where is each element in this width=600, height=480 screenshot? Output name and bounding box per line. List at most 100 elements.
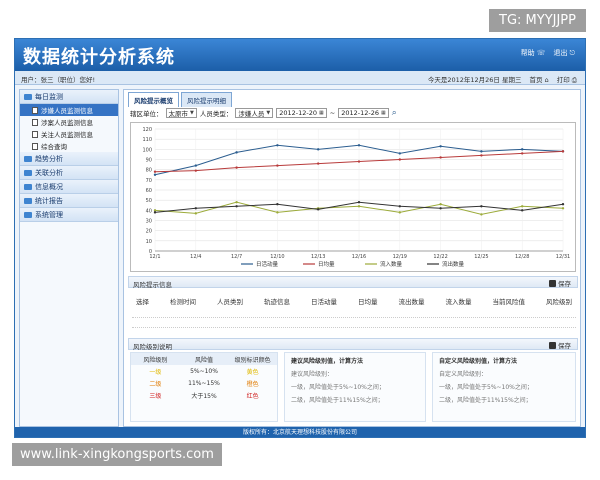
risk-info-save-button[interactable]: 保存: [549, 278, 571, 288]
y-tick-label: 10: [146, 239, 152, 245]
date-from-value: 2012-12-20: [279, 109, 317, 117]
data-point: [439, 145, 442, 148]
app-window: 数据统计分析系统 帮助 ☏ 退出 ⎋ 用户：张三（职位）您好! 今天是2012年12…: [14, 38, 586, 438]
level-info-title: 风险级别说明: [133, 343, 172, 351]
data-point: [398, 158, 401, 161]
data-point: [521, 148, 524, 151]
user-greeting: 用户：张三（职位）您好!: [21, 76, 96, 84]
level-cell: 二级: [149, 380, 162, 388]
sidebar-subitem-case[interactable]: 涉案人员监测信息: [20, 116, 118, 128]
sidebar-subitem-suspect[interactable]: 涉嫌人员监测信息: [20, 104, 118, 116]
risk-column-header: 流入数量: [445, 298, 472, 306]
save-label: 保存: [558, 280, 571, 288]
x-tick-label: 12/25: [474, 254, 488, 260]
risk-column-header: 人员类别: [217, 298, 243, 306]
data-point: [521, 205, 524, 208]
sidebar-subitem-watch[interactable]: 关注人员监测信息: [20, 128, 118, 140]
custom-title: 自定义风险级别值，计算方法: [439, 358, 518, 365]
x-tick-label: 12/4: [190, 254, 201, 260]
sidebar-item-report[interactable]: 统计报告: [20, 194, 118, 208]
x-tick-label: 12/31: [556, 254, 570, 260]
level-header: 风险级别: [143, 356, 168, 364]
home-link[interactable]: 首页 ⌂: [530, 74, 549, 85]
data-point: [480, 150, 483, 153]
sidebar-item-daily-monitor[interactable]: 每日监测: [20, 90, 118, 104]
trend-chart-svg: 010203040506070809010011012012/1 12/4 12/7…: [142, 127, 570, 268]
folder-icon: [24, 155, 32, 162]
help-button[interactable]: 帮助 ☏: [521, 48, 546, 58]
region-value: 太原市: [168, 110, 189, 118]
sidebar-item-admin[interactable]: 系统管理: [20, 208, 118, 222]
risk-column-header: 日均量: [358, 298, 378, 306]
folder-icon: [24, 211, 32, 218]
level-row: 三级 大于15% 红色: [131, 389, 277, 401]
custom-line: 二级，风险值处于11%15%之间；: [439, 397, 532, 404]
data-point: [398, 211, 401, 214]
sidebar-subitem-query[interactable]: 综合查询: [20, 140, 118, 152]
risk-column-header: 日活动量: [311, 298, 337, 306]
sidebar-subitem-label: 综合查询: [41, 143, 67, 151]
value-cell: 11%~15%: [188, 379, 220, 387]
data-point: [194, 164, 197, 167]
type-value: 涉嫌人员: [238, 110, 265, 118]
data-point: [439, 207, 442, 210]
date-to-input[interactable]: 2012-12-26 ▦: [338, 108, 389, 118]
x-tick-label: 12/13: [311, 254, 325, 260]
search-icon[interactable]: ⌕: [392, 108, 397, 118]
sidebar-item-relation[interactable]: 关联分析: [20, 166, 118, 180]
x-tick-label: 12/1: [149, 254, 160, 260]
document-icon: [32, 130, 38, 138]
y-tick-label: 70: [146, 178, 152, 184]
level-cell: 三级: [149, 392, 162, 400]
level-info-save-button[interactable]: 保存: [549, 340, 571, 350]
tab-overview[interactable]: 风险提示概览: [128, 92, 179, 107]
sidebar-item-overview[interactable]: 信息概况: [20, 180, 118, 194]
data-point: [235, 201, 238, 204]
risk-info-bar: 风险提示信息 保存: [128, 276, 578, 289]
data-point: [521, 152, 524, 155]
y-tick-label: 20: [146, 229, 152, 235]
main-panel: 风险提示概览 风险提示明细 辖区单位： 太原市 ▼ 人员类型： 涉嫌人员 ▼ 201…: [123, 89, 581, 427]
app-title: 数据统计分析系统: [23, 47, 175, 68]
suggest-line: 建议风险级别：: [291, 371, 334, 378]
app-header: 数据统计分析系统 帮助 ☏ 退出 ⎋: [15, 39, 585, 71]
risk-info-title: 风险提示信息: [133, 281, 172, 289]
data-point: [276, 203, 279, 206]
risk-column-header: 当前风险值: [492, 298, 526, 306]
document-icon: [32, 118, 38, 126]
legend-label: 流出数量: [442, 260, 465, 268]
print-link[interactable]: 打印 ⎙: [557, 74, 577, 85]
tab-detail[interactable]: 风险提示明细: [181, 92, 232, 107]
filter-bar: 辖区单位： 太原市 ▼ 人员类型： 涉嫌人员 ▼ 2012-12-20 ▦ ~ 201…: [130, 108, 397, 118]
sidebar-item-label: 系统管理: [35, 210, 63, 219]
sidebar-item-label: 每日监测: [35, 92, 63, 101]
logout-button[interactable]: 退出 ⎋: [553, 48, 575, 58]
y-tick-label: 50: [146, 198, 152, 204]
x-tick-label: 12/28: [515, 254, 529, 260]
y-tick-label: 110: [142, 137, 152, 143]
calendar-icon: ▦: [319, 110, 324, 116]
chevron-down-icon: ▼: [266, 110, 271, 116]
color-cell: 红色: [246, 392, 259, 400]
custom-box: 自定义风险级别值，计算方法 自定义风险级别： 一级，风险值处于5%~10%之间；…: [432, 352, 576, 422]
y-tick-label: 100: [142, 147, 152, 153]
value-cell: 5%~10%: [190, 367, 218, 375]
date-from-input[interactable]: 2012-12-20 ▦: [276, 108, 327, 118]
type-select[interactable]: 涉嫌人员 ▼: [235, 108, 274, 118]
data-point: [276, 164, 279, 167]
exit-icon: ⎋: [569, 48, 575, 57]
folder-icon: [24, 197, 32, 204]
printer-icon: ⎙: [571, 76, 577, 84]
data-point: [235, 205, 238, 208]
level-table: 风险级别 风险值 级别标识颜色 一级 5%~10% 黄色 二级 11%~15% 橙色 三级 大…: [130, 352, 278, 422]
data-point: [480, 205, 483, 208]
data-point: [357, 201, 361, 204]
current-date: 今天是2012年12月26日 星期三: [427, 76, 522, 84]
custom-line: 自定义风险级别：: [439, 371, 488, 378]
watermark-tg: TG: MYYJJPP: [489, 9, 586, 32]
sidebar-item-trend[interactable]: 趋势分析: [20, 152, 118, 166]
data-point: [521, 209, 524, 212]
data-point: [561, 207, 565, 210]
region-select[interactable]: 太原市 ▼: [165, 108, 197, 118]
help-label: 帮助: [520, 49, 535, 57]
